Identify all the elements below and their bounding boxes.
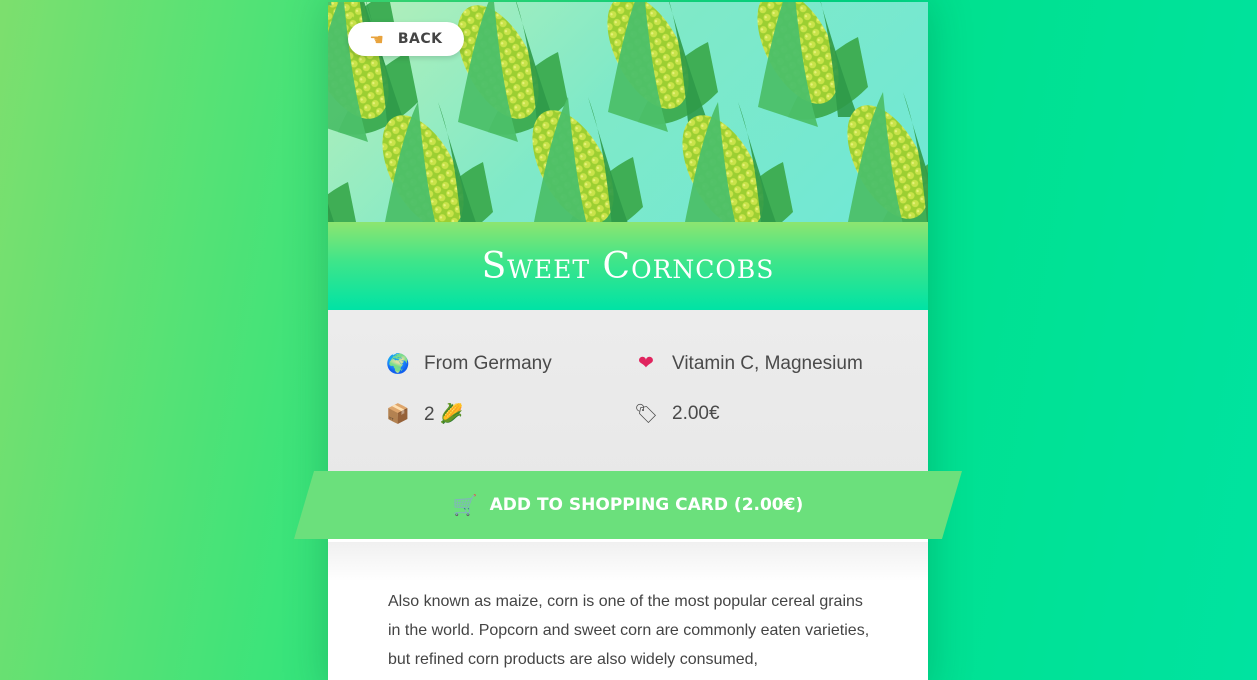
section-divider (328, 542, 928, 582)
product-card: ☚ BACK Sweet Corncobs 🌍 From Germany ❤ V… (328, 2, 928, 680)
back-button-label: BACK (397, 31, 443, 47)
add-to-cart-button[interactable]: 🛒 ADD TO SHOPPING CARD (2.00€) (294, 471, 962, 539)
hero-image: ☚ BACK (328, 2, 928, 222)
pointing-hand-icon: ☚ (369, 29, 384, 49)
cart-button-content: 🛒 ADD TO SHOPPING CARD (2.00€) (294, 471, 962, 539)
product-info: 🌍 From Germany ❤ Vitamin C, Magnesium 📦 … (328, 310, 928, 490)
quantity-text: 2 🌽 (424, 404, 464, 425)
price-info: 🏷 2.00€ (634, 402, 720, 426)
heart-icon: ❤ (638, 353, 654, 374)
product-title: Sweet Corncobs (481, 245, 775, 287)
shopping-cart-icon: 🛒 (452, 493, 478, 517)
package-icon: 📦 (386, 404, 410, 425)
cart-button-label: ADD TO SHOPPING CARD (2.00€) (489, 495, 804, 515)
origin-info: 🌍 From Germany (386, 352, 552, 376)
product-description: Also known as maize, corn is one of the … (388, 593, 870, 668)
nutrients-info: ❤ Vitamin C, Magnesium (634, 352, 863, 375)
back-button[interactable]: ☚ BACK (348, 22, 464, 56)
origin-text: From Germany (424, 353, 552, 374)
nutrients-text: Vitamin C, Magnesium (672, 352, 863, 374)
title-band: Sweet Corncobs (328, 222, 928, 310)
price-text: 2.00€ (672, 403, 720, 424)
globe-icon: 🌍 (386, 354, 410, 375)
price-tag-icon: 🏷 (634, 404, 659, 425)
quantity-info: 📦 2 🌽 (386, 402, 464, 426)
